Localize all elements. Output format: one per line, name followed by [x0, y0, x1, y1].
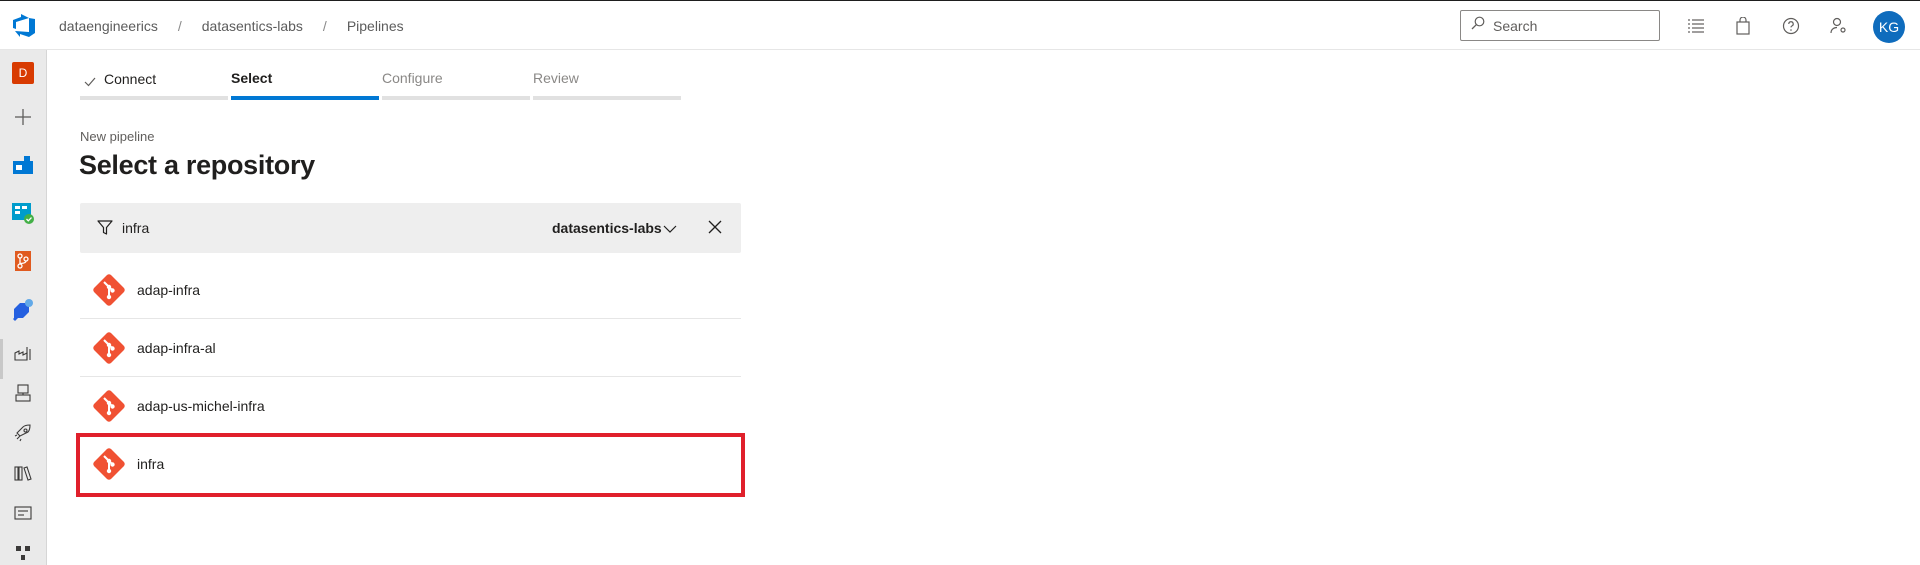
library-icon[interactable]: [11, 461, 35, 485]
repository-filter-bar[interactable]: infra datasentics-labs: [80, 203, 741, 253]
step-review[interactable]: Review: [533, 66, 681, 100]
search-input[interactable]: [1493, 17, 1653, 34]
search-icon: [1471, 16, 1485, 35]
releases-rocket-icon[interactable]: [11, 421, 35, 445]
page-title: Select a repository: [79, 150, 315, 180]
repository-name: adap-us-michel-infra: [137, 398, 265, 414]
rail-org-item[interactable]: D: [11, 61, 35, 85]
avatar[interactable]: KG: [1873, 11, 1905, 43]
step-bar: [231, 96, 379, 100]
step-bar: [80, 96, 228, 100]
check-icon: [84, 74, 96, 92]
step-label: Select: [231, 70, 273, 86]
left-rail: D: [0, 50, 47, 565]
task-groups-icon[interactable]: [11, 501, 35, 525]
filter-icon: [97, 220, 113, 241]
azure-devops-logo-icon[interactable]: [11, 14, 37, 38]
task-list-icon[interactable]: [1685, 15, 1707, 37]
step-label: Review: [533, 70, 579, 86]
marketplace-bag-icon[interactable]: [1732, 15, 1754, 37]
help-icon[interactable]: [1780, 15, 1802, 37]
repository-name: adap-infra-al: [137, 340, 216, 356]
chevron-down-icon[interactable]: [663, 221, 677, 239]
top-bar: dataengineerics / datasentics-labs / Pip…: [0, 0, 1920, 50]
breadcrumb-pipelines[interactable]: Pipelines: [347, 18, 404, 34]
search-box[interactable]: [1460, 10, 1660, 41]
pipelines-icon[interactable]: [11, 297, 35, 321]
overview-icon[interactable]: [11, 153, 35, 177]
breadcrumb-project[interactable]: datasentics-labs: [202, 18, 303, 34]
step-connect[interactable]: Connect: [80, 66, 228, 100]
organization-dropdown-label[interactable]: datasentics-labs: [552, 220, 662, 236]
repository-list-item[interactable]: adap-us-michel-infra: [80, 377, 741, 435]
repository-list-item[interactable]: adap-infra: [80, 261, 741, 319]
environments-icon[interactable]: [11, 341, 35, 365]
step-label: Configure: [382, 70, 443, 86]
step-configure[interactable]: Configure: [382, 66, 530, 100]
step-bar: [382, 96, 530, 100]
selection-highlight-box: [76, 433, 745, 497]
filter-text[interactable]: infra: [122, 220, 149, 236]
page-subtitle: New pipeline: [80, 129, 155, 144]
rail-active-indicator: [0, 339, 3, 379]
step-label: Connect: [104, 71, 157, 87]
repository-name: adap-infra: [137, 282, 201, 298]
git-icon: [92, 331, 126, 365]
breadcrumb-separator: /: [177, 18, 182, 34]
step-select[interactable]: Select: [231, 66, 379, 100]
repos-icon[interactable]: [11, 249, 35, 273]
boards-icon[interactable]: [11, 201, 35, 225]
user-settings-icon[interactable]: [1828, 15, 1850, 37]
clear-filter-close-icon[interactable]: [708, 220, 722, 239]
repository-list-item[interactable]: adap-infra-al: [80, 319, 741, 377]
git-icon: [92, 389, 126, 423]
breadcrumb: dataengineerics / datasentics-labs / Pip…: [59, 18, 404, 34]
git-icon: [92, 273, 126, 307]
add-icon[interactable]: [11, 105, 35, 129]
breadcrumb-separator: /: [322, 18, 327, 34]
step-bar: [533, 96, 681, 100]
org-badge: D: [12, 62, 34, 84]
deployment-pools-icon[interactable]: [11, 541, 35, 565]
breadcrumb-org[interactable]: dataengineerics: [59, 18, 158, 34]
deployment-groups-icon[interactable]: [11, 381, 35, 405]
